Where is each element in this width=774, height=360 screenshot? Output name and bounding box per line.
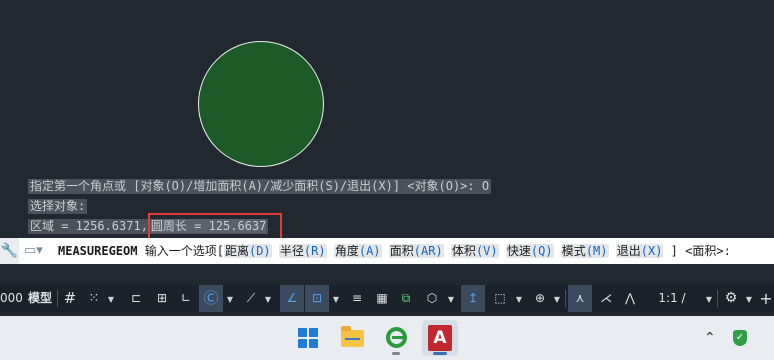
command-history-line-1: 指定第一个角点或 [对象(O)/增加面积(A)/减少面积(S)/退出(X)] <… <box>28 179 492 194</box>
lineweight-icon[interactable]: ≡ <box>347 285 367 312</box>
command-default: ] <面积>: <box>670 244 731 258</box>
scale-dropdown-icon[interactable]: ▼ <box>702 285 716 312</box>
grid-icon[interactable]: # <box>60 285 80 312</box>
auto-scale-icon[interactable]: ⋌ <box>595 285 617 312</box>
option-radius[interactable]: 半径(R) <box>278 244 327 258</box>
isodraft-dropdown-icon[interactable]: ▼ <box>261 285 275 312</box>
coordinate-readout: 000 <box>0 291 23 305</box>
file-explorer-icon[interactable] <box>334 320 370 356</box>
command-prompt: 输入一个选项[ <box>144 244 224 258</box>
annotation-scale-icon[interactable]: ⋀ <box>620 285 640 312</box>
annotation-visibility-icon[interactable]: ⋏ <box>568 285 592 312</box>
object-snap-icon[interactable]: ⊡ <box>305 285 329 312</box>
command-name: MEASUREGEOM <box>58 244 138 258</box>
dynamic-ucs-icon[interactable]: ↥ <box>461 285 485 312</box>
option-quick[interactable]: 快速(Q) <box>505 244 554 258</box>
selection-filter-icon[interactable]: ⬚ <box>489 285 511 312</box>
settings-dropdown-icon[interactable]: ▼ <box>742 285 756 312</box>
security-shield-icon[interactable]: ✓ <box>733 330 747 346</box>
snap-dropdown-icon[interactable]: ▼ <box>104 285 118 312</box>
isodraft-icon[interactable]: ⟋ <box>241 285 261 312</box>
polar-dropdown-icon[interactable]: ▼ <box>223 285 237 312</box>
3d-object-snap-icon[interactable]: ⬡ <box>422 285 442 312</box>
browser-icon[interactable] <box>378 320 414 356</box>
circle-object[interactable] <box>198 41 324 167</box>
snap-icon[interactable]: ⁙ <box>84 285 104 312</box>
object-snap-tracking-icon[interactable]: ∠ <box>280 285 304 312</box>
option-exit[interactable]: 退出(X) <box>615 244 664 258</box>
filter-dropdown-icon[interactable]: ▼ <box>512 285 526 312</box>
option-distance[interactable]: 距离(D) <box>223 244 272 258</box>
3d-snap-dropdown-icon[interactable]: ▼ <box>444 285 458 312</box>
gizmo-icon[interactable]: ⊕ <box>530 285 550 312</box>
option-mode[interactable]: 模式(M) <box>560 244 609 258</box>
windows-start-icon[interactable] <box>290 320 326 356</box>
gizmo-dropdown-icon[interactable]: ▼ <box>550 285 564 312</box>
ortho-icon[interactable]: ∟ <box>176 285 196 312</box>
model-tab[interactable]: 模型 <box>24 285 56 312</box>
annotation-scale-value[interactable]: 1:1 / 100% <box>644 285 700 332</box>
object-snap-dropdown-icon[interactable]: ▼ <box>329 285 343 312</box>
area-result: 区域 = 1256.6371, <box>30 219 148 233</box>
option-volume[interactable]: 体积(V) <box>450 244 499 258</box>
command-line[interactable]: 🔧 ▭▾ MEASUREGEOM 输入一个选项[距离(D) 半径(R) 角度(A… <box>0 238 774 264</box>
autocad-icon[interactable]: A <box>422 320 458 356</box>
gear-icon[interactable]: ⚙ <box>720 285 742 312</box>
command-input[interactable]: MEASUREGEOM 输入一个选项[距离(D) 半径(R) 角度(A) 面积(… <box>58 242 731 260</box>
windows-taskbar: A ⌃ ✓ <box>0 316 774 360</box>
infer-constraints-icon[interactable]: ⊏ <box>126 285 146 312</box>
option-area[interactable]: 面积(AR) <box>388 244 444 258</box>
selection-cycling-icon[interactable]: ⧉ <box>396 285 416 312</box>
polar-tracking-icon[interactable]: Ⓒ <box>199 285 223 312</box>
option-angle[interactable]: 角度(A) <box>333 244 382 258</box>
transparency-icon[interactable]: ▦ <box>372 285 392 312</box>
dynamic-input-icon[interactable]: ⊞ <box>152 285 172 312</box>
highlight-box <box>148 213 282 240</box>
drawing-canvas[interactable] <box>0 0 774 235</box>
command-menu-icon[interactable]: ▭▾ <box>24 242 43 260</box>
customize-plus-icon[interactable]: + <box>758 285 774 312</box>
command-history-line-2: 选择对象: <box>28 199 88 214</box>
status-bar: 000 模型 # ⁙ ▼ ⊏ ⊞ ∟ Ⓒ ▼ ⟋ ▼ ∠ ⊡ ▼ ≡ ▦ ⧉ ⬡… <box>0 285 774 332</box>
chevron-up-icon[interactable]: ⌃ <box>704 328 716 348</box>
wrench-icon[interactable]: 🔧 <box>0 238 19 264</box>
